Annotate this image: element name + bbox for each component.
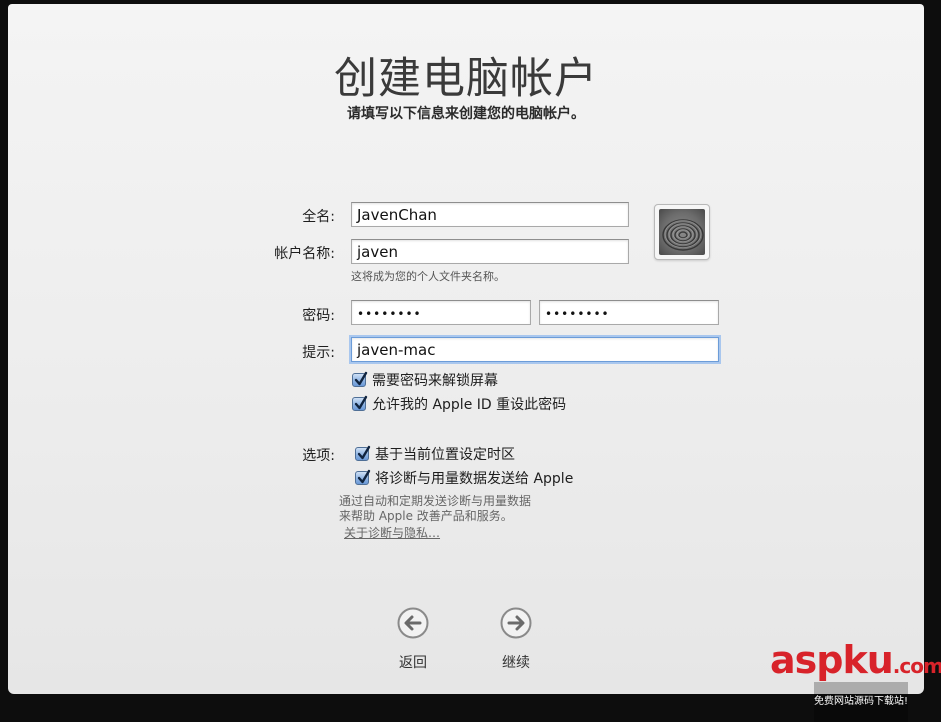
watermark-domain: .com [892,654,941,678]
allow-apple-id-label: 允许我的 Apple ID 重设此密码 [372,397,567,413]
diagnostics-note-line-2: 来帮助 Apple 改善产品和服务。 [339,509,513,523]
site-watermark: aspku.com 免费网站源码下载站! [770,638,941,722]
password-label: 密码: [302,308,335,324]
account-name-hint: 这将成为您的个人文件夹名称。 [351,270,505,283]
page-title: 创建电脑帐户 [334,54,598,104]
hint-label: 提示: [302,345,335,361]
continue-button[interactable]: 继续 [486,607,546,672]
zen-sand-spiral-picture-icon [659,209,705,255]
require-password-label: 需要密码来解锁屏幕 [372,373,498,389]
page-subtitle: 请填写以下信息来创建您的电脑帐户。 [347,106,585,122]
checkmark-icon [354,371,368,386]
time-zone-label: 基于当前位置设定时区 [375,447,515,463]
time-zone-checkbox[interactable] [355,445,371,461]
allow-apple-id-checkbox[interactable] [352,395,368,411]
back-label: 返回 [399,655,427,671]
watermark-tagline: 免费网站源码下载站! [814,682,909,722]
diagnostics-note-line-1: 通过自动和定期发送诊断与用量数据 [339,494,532,508]
allow-apple-id-option[interactable]: 允许我的 Apple ID 重设此密码 [352,394,566,414]
send-diagnostics-checkbox[interactable] [355,469,371,485]
user-picture-well[interactable] [654,204,710,260]
account-name-label: 帐户名称: [274,246,335,262]
checkmark-icon [357,469,371,484]
full-name-label: 全名: [302,209,335,225]
password-hint-field[interactable]: javen-mac [351,337,719,362]
send-diagnostics-option[interactable]: 将诊断与用量数据发送给 Apple [355,468,573,488]
back-button[interactable]: 返回 [383,607,443,672]
time-zone-option[interactable]: 基于当前位置设定时区 [355,444,515,464]
options-label: 选项: [302,448,335,464]
password-field[interactable]: •••••••• [351,300,531,325]
checkmark-icon [354,395,368,410]
continue-label: 继续 [502,655,530,671]
require-password-option[interactable]: 需要密码来解锁屏幕 [352,370,498,390]
full-name-field[interactable]: JavenChan [351,202,629,227]
require-password-checkbox[interactable] [352,371,368,387]
account-name-field[interactable]: javen [351,239,629,264]
send-diagnostics-label: 将诊断与用量数据发送给 Apple [375,471,574,487]
verify-password-field[interactable]: •••••••• [539,300,719,325]
checkmark-icon [357,445,371,460]
diagnostics-privacy-link[interactable]: 关于诊断与隐私… [344,524,440,541]
arrow-right-circle-icon [500,607,532,639]
arrow-left-circle-icon [397,607,429,639]
setup-assistant-window: 创建电脑帐户 请填写以下信息来创建您的电脑帐户。 全名: JavenChan 帐… [8,4,924,694]
watermark-brand: aspku [770,638,894,682]
